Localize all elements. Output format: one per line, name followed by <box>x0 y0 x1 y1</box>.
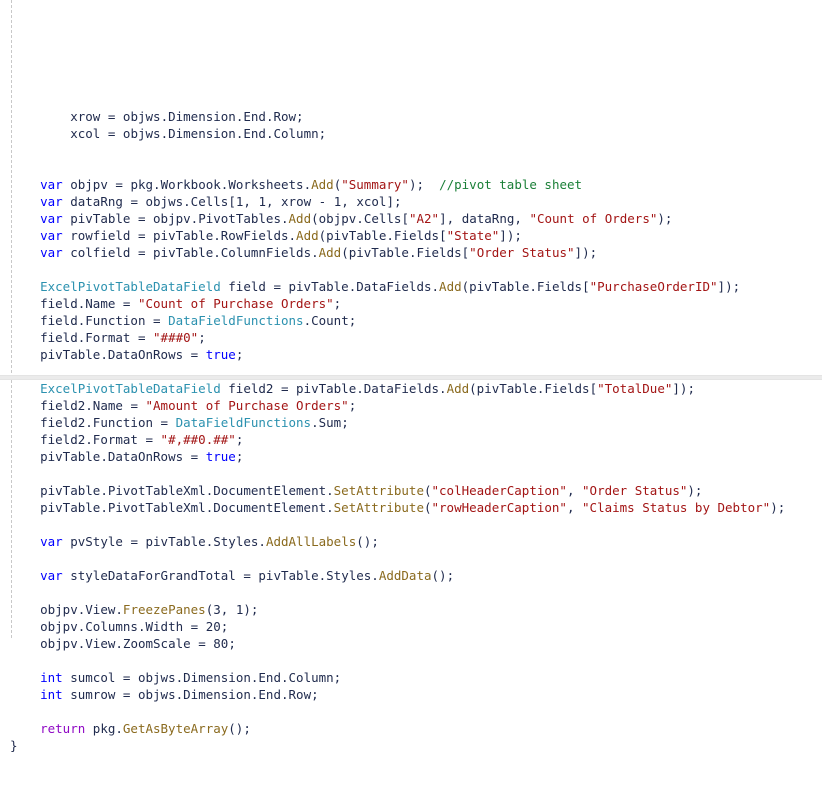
code-line[interactable]: int sumcol = objws.Dimension.End.Column; <box>0 669 822 686</box>
code-line[interactable]: field2.Name = "Amount of Purchase Orders… <box>0 397 822 414</box>
code-line[interactable]: pivTable.DataOnRows = true; <box>0 346 822 363</box>
code-line[interactable]: var objpv = pkg.Workbook.Worksheets.Add(… <box>0 176 822 193</box>
code-line[interactable]: pivTable.PivotTableXml.DocumentElement.S… <box>0 482 822 499</box>
code-line[interactable]: var pivTable = objpv.PivotTables.Add(obj… <box>0 210 822 227</box>
code-line[interactable]: var dataRng = objws.Cells[1, 1, xrow - 1… <box>0 193 822 210</box>
code-line[interactable]: objpv.View.ZoomScale = 80; <box>0 635 822 652</box>
code-line[interactable] <box>0 516 822 533</box>
code-line[interactable]: var pvStyle = pivTable.Styles.AddAllLabe… <box>0 533 822 550</box>
code-line[interactable]: objpv.View.FreezePanes(3, 1); <box>0 601 822 618</box>
code-line[interactable]: var styleDataForGrandTotal = pivTable.St… <box>0 567 822 584</box>
code-line[interactable]: var colfield = pivTable.ColumnFields.Add… <box>0 244 822 261</box>
code-line[interactable]: int sumrow = objws.Dimension.End.Row; <box>0 686 822 703</box>
code-line[interactable]: xcol = objws.Dimension.End.Column; <box>0 125 822 142</box>
code-line[interactable] <box>0 465 822 482</box>
code-line[interactable]: field.Format = "###0"; <box>0 329 822 346</box>
code-line[interactable]: field2.Format = "#,##0.##"; <box>0 431 822 448</box>
code-line[interactable]: field.Name = "Count of Purchase Orders"; <box>0 295 822 312</box>
code-line[interactable]: xrow = objws.Dimension.End.Row; <box>0 108 822 125</box>
code-line[interactable]: field2.Function = DataFieldFunctions.Sum… <box>0 414 822 431</box>
code-line[interactable] <box>0 584 822 601</box>
code-line[interactable]: } <box>0 737 822 754</box>
code-line[interactable]: return pkg.GetAsByteArray(); <box>0 720 822 737</box>
code-editor[interactable]: xrow = objws.Dimension.End.Row; xcol = o… <box>0 0 822 753</box>
code-line[interactable] <box>0 363 822 380</box>
code-content[interactable]: xrow = objws.Dimension.End.Row; xcol = o… <box>0 102 822 754</box>
code-line[interactable]: objpv.Columns.Width = 20; <box>0 618 822 635</box>
code-line[interactable] <box>0 550 822 567</box>
code-line[interactable] <box>0 261 822 278</box>
code-line[interactable]: pivTable.PivotTableXml.DocumentElement.S… <box>0 499 822 516</box>
code-line[interactable]: ExcelPivotTableDataField field = pivTabl… <box>0 278 822 295</box>
code-line[interactable]: var rowfield = pivTable.RowFields.Add(pi… <box>0 227 822 244</box>
code-line[interactable] <box>0 159 822 176</box>
code-line[interactable]: ExcelPivotTableDataField field2 = pivTab… <box>0 380 822 397</box>
code-line[interactable] <box>0 703 822 720</box>
code-line[interactable] <box>0 652 822 669</box>
code-line[interactable] <box>0 142 822 159</box>
code-line[interactable]: pivTable.DataOnRows = true; <box>0 448 822 465</box>
code-line[interactable]: field.Function = DataFieldFunctions.Coun… <box>0 312 822 329</box>
